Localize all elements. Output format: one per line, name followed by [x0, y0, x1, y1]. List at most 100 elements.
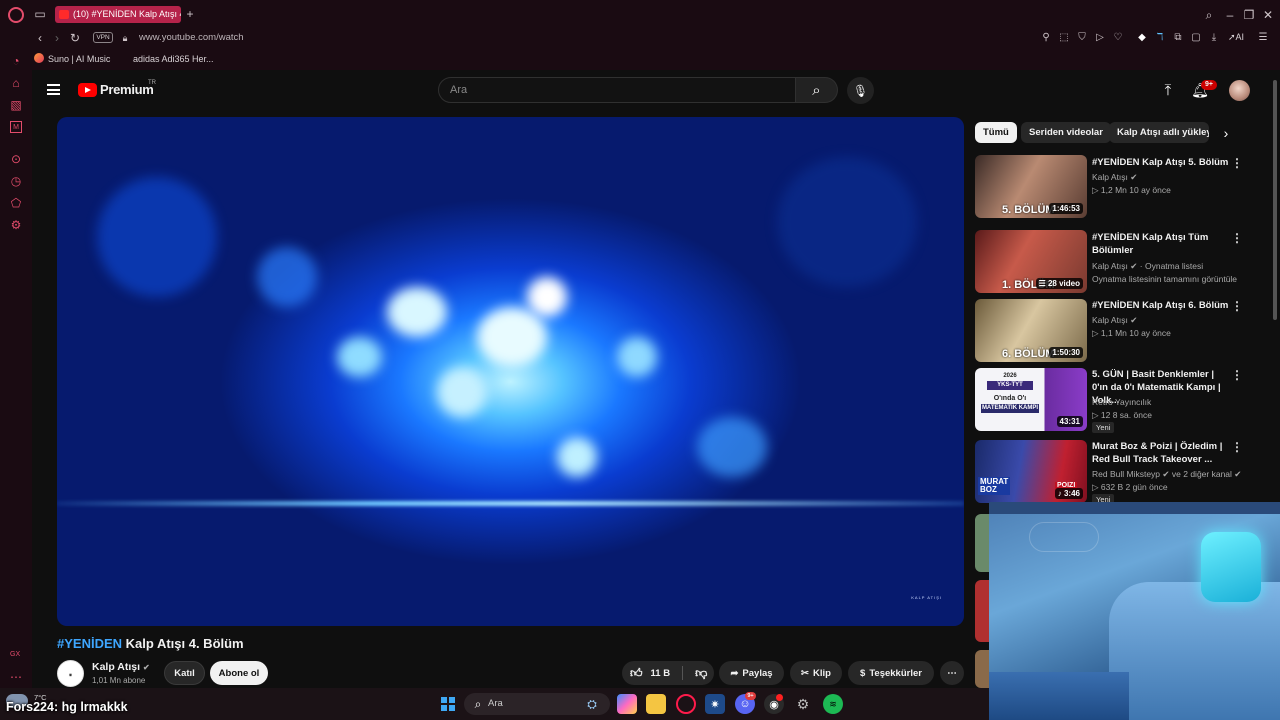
more-actions-button[interactable]: ⋯ — [940, 661, 964, 685]
join-button[interactable]: Katıl — [164, 661, 205, 685]
sidebar-history-icon[interactable]: ◷ — [10, 175, 22, 187]
recommendation-thumbnail[interactable]: 5. BÖLÜM 1:46:53 — [975, 155, 1087, 218]
recommendation-menu-icon[interactable]: ⋮ — [1230, 299, 1244, 313]
recommendation-menu-icon[interactable]: ⋮ — [1230, 440, 1244, 454]
snapshot-icon[interactable]: ⬚ — [1058, 31, 1070, 45]
back-icon[interactable]: ‹ — [35, 31, 45, 45]
recommendation-thumbnail[interactable]: 1. BÖLÜM ☰ 28 video — [975, 230, 1087, 293]
sidebar-speed-icon[interactable]: ◔ — [10, 55, 22, 67]
chip-all[interactable]: Tümü — [975, 122, 1017, 143]
channel-name[interactable]: Kalp Atışı — [92, 661, 140, 673]
menu-icon[interactable] — [47, 84, 60, 95]
recommendation-thumbnail[interactable] — [975, 650, 989, 688]
chips-next-icon[interactable]: › — [1218, 125, 1234, 141]
search-tabs-icon[interactable]: ⌕ — [1202, 8, 1216, 22]
recommendation-meta: ▷ 12 8 sa. önce — [1092, 410, 1152, 421]
translate-icon[interactable]: ℸ — [1154, 31, 1166, 45]
sidebar-more-icon[interactable]: ⋯ — [10, 671, 22, 683]
maximize-icon[interactable]: ❐ — [1242, 8, 1256, 22]
chip-uploader[interactable]: Kalp Atışı adlı yükleyen — [1109, 122, 1209, 143]
recommendation-menu-icon[interactable]: ⋮ — [1230, 156, 1244, 170]
dislike-icon[interactable]: 👎︎ — [695, 666, 707, 681]
channel-name: Red Bull Miksteyp — [1092, 469, 1161, 479]
copilot-icon[interactable] — [617, 694, 637, 714]
play-icon[interactable]: ▷ — [1094, 31, 1106, 45]
sidebar-gx-corner-icon[interactable]: ▧ — [10, 99, 22, 111]
recommendation-menu-icon[interactable]: ⋮ — [1230, 368, 1244, 382]
recommendation-thumbnail[interactable]: MURAT BOZ POIZI ♪ 3:46 — [975, 440, 1087, 503]
windows-start-icon[interactable] — [438, 694, 458, 714]
bookmark-suno[interactable]: Suno | AI Music — [48, 54, 110, 64]
page-scrollbar[interactable] — [1273, 80, 1277, 320]
new-tab-button[interactable]: + — [184, 8, 196, 20]
view-full-playlist-link[interactable]: Oynatma listesinin tamamını görüntüle — [1092, 274, 1237, 284]
sidebar-messenger-icon[interactable]: M — [10, 121, 22, 133]
bookmark-adidas[interactable]: adidas Adi365 Her... — [133, 54, 214, 64]
subscribe-button[interactable]: Abone ol — [210, 661, 268, 685]
tab-youtube[interactable]: (10) #YENİDEN Kalp Atışı 4 — [55, 6, 181, 23]
recommendation-thumbnail[interactable] — [975, 514, 989, 572]
search-input[interactable]: Ara — [438, 77, 796, 103]
shield-icon[interactable]: ⛉ — [1076, 31, 1088, 45]
recommendation-thumbnail[interactable] — [975, 580, 989, 642]
sidebar-gx-label: GX — [10, 651, 21, 658]
chip-series[interactable]: Seriden videolar — [1021, 122, 1111, 143]
voice-search-button[interactable]: 🎙︎ — [847, 77, 874, 104]
sidebar-settings-icon[interactable]: ⚙ — [10, 219, 22, 231]
download-icon[interactable]: ⤓ — [1208, 31, 1220, 45]
forward-icon[interactable]: › — [52, 31, 62, 45]
thanks-icon: $ — [860, 667, 866, 679]
youtube-favicon-icon — [59, 10, 69, 19]
recommendation-title[interactable]: Murat Boz & Poizi | Özledim | Red Bull T… — [1092, 440, 1232, 466]
spotify-icon[interactable]: ≋ — [823, 694, 843, 714]
game-launcher-icon[interactable]: ✷ — [705, 694, 725, 714]
recommendation-menu-icon[interactable]: ⋮ — [1230, 231, 1244, 245]
thanks-button[interactable]: $ Teşekkürler — [848, 661, 934, 685]
opera-gx-taskbar-icon[interactable] — [676, 694, 696, 714]
video-player[interactable]: KALP ATIŞI — [57, 117, 964, 626]
recommendation-thumbnail[interactable]: 2026 YKS-TYT O'ında O'ı MATEMATİK KAMPI … — [975, 368, 1087, 431]
recommendation-thumbnail[interactable]: 6. BÖLÜM 1:50:30 — [975, 299, 1087, 362]
video-hashtag[interactable]: #YENİDEN — [57, 636, 122, 651]
video-duration: 3:46 — [1063, 489, 1080, 498]
recommendation-title[interactable]: #YENİDEN Kalp Atışı 5. Bölüm — [1092, 156, 1232, 169]
aria-ai-button[interactable]: ➚AI — [1228, 32, 1244, 43]
youtube-logo-icon[interactable] — [78, 83, 97, 97]
heart-icon[interactable]: ♡ — [1112, 31, 1124, 45]
premium-logo-text[interactable]: Premium — [100, 82, 154, 97]
account-avatar[interactable] — [1229, 80, 1250, 101]
opera-gx-logo-icon[interactable] — [8, 7, 24, 23]
tab-switcher-icon[interactable]: ▭ — [33, 8, 47, 20]
recommendation-title[interactable]: #YENİDEN Kalp Atışı Tüm Bölümler — [1092, 231, 1232, 257]
extension-icon[interactable]: ◆ — [1136, 31, 1148, 45]
like-count[interactable]: 11 B — [651, 668, 671, 679]
recommendation-channel[interactable]: Kalp Atışı ✔ — [1092, 315, 1137, 326]
upload-icon[interactable]: ⤒ — [1160, 81, 1176, 99]
vpn-badge[interactable]: VPN — [93, 32, 113, 43]
reload-icon[interactable]: ↻ — [69, 31, 81, 45]
share-icon: ➦ — [730, 667, 739, 679]
file-explorer-icon[interactable] — [646, 694, 666, 714]
url-field[interactable]: www.youtube.com/watch — [139, 32, 244, 43]
views-play-icon: ▷ — [1092, 482, 1101, 492]
recommendation-channel[interactable]: Kalp Atışı ✔ — [1092, 172, 1137, 183]
recommendation-channel[interactable]: Kalp Atışı ✔ · Oynatma listesi — [1092, 261, 1203, 272]
recommendation-title[interactable]: #YENİDEN Kalp Atışı 6. Bölüm — [1092, 299, 1232, 312]
close-window-icon[interactable]: ✕ — [1261, 8, 1275, 22]
wallet-icon[interactable]: ▢ — [1190, 31, 1202, 45]
search-button[interactable]: ⌕ — [796, 77, 838, 103]
clip-button[interactable]: ✂ Klip — [790, 661, 842, 685]
settings-gear-icon[interactable]: ⚙ — [793, 694, 813, 714]
easy-setup-icon[interactable]: ☰ — [1257, 31, 1269, 45]
minimize-icon[interactable]: – — [1223, 8, 1237, 22]
sidebar-player-icon[interactable]: ⊙ — [10, 153, 22, 165]
sidebar-extensions-icon[interactable]: ⬠ — [10, 197, 22, 209]
channel-avatar[interactable]: ◉ — [57, 660, 84, 687]
sidebar-home-icon[interactable]: ⌂ — [10, 77, 22, 89]
recommendation-channel[interactable]: Retro Yayıncılık — [1092, 397, 1151, 407]
puzzle-icon[interactable]: ⧉ — [1172, 31, 1184, 45]
like-icon[interactable]: 👍︎ — [630, 666, 643, 681]
recommendation-channel[interactable]: Red Bull Miksteyp ✔ ve 2 diğer kanal ✔ — [1092, 469, 1241, 480]
pin-icon[interactable]: ⚲ — [1040, 31, 1052, 45]
share-button[interactable]: ➦ Paylaş — [719, 661, 784, 685]
